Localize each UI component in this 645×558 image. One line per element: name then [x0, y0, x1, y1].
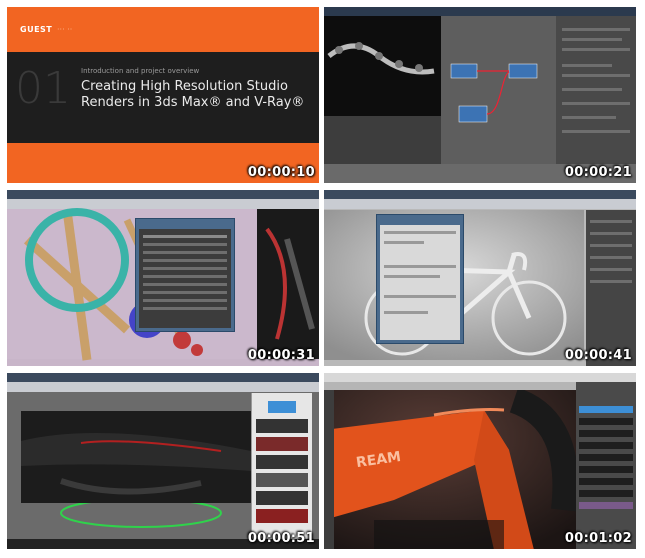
chapter-label: Introduction and project overview — [81, 67, 200, 75]
thumbnail-render-setup[interactable]: 00:00:41 — [324, 190, 636, 366]
timestamp: 00:00:31 — [247, 348, 315, 363]
brand-label: GUEST — [20, 25, 53, 34]
saddle-viewport[interactable] — [21, 411, 251, 503]
thumbnail-saddle-material[interactable]: 00:00:51 — [7, 373, 319, 549]
timestamp: 00:00:51 — [247, 531, 315, 546]
chapter-number: 01 — [15, 63, 71, 114]
slate-material-editor[interactable] — [441, 16, 556, 164]
toolbar[interactable] — [324, 199, 636, 209]
timestamp: 00:00:10 — [247, 165, 315, 180]
render-preview — [257, 209, 319, 359]
toolbar[interactable] — [7, 382, 319, 392]
course-title: Creating High Resolution Studio Renders … — [81, 79, 305, 110]
menu-bar[interactable] — [324, 190, 636, 199]
render-settings-dialog[interactable] — [376, 214, 464, 344]
canvas[interactable]: REAM — [334, 390, 576, 549]
command-panel[interactable] — [586, 210, 636, 366]
scene-explorer-dialog[interactable] — [135, 218, 235, 332]
menu-bar[interactable] — [7, 373, 319, 382]
thumbnail-intro[interactable]: GUEST ··· ·· 01 Introduction and project… — [7, 7, 319, 183]
timestamp: 00:01:02 — [564, 531, 632, 546]
menu-bar[interactable] — [324, 373, 636, 382]
thumbnail-node-editor[interactable]: 00:00:21 — [324, 7, 636, 183]
timestamp: 00:00:41 — [564, 348, 632, 363]
thumbnail-layer-explorer[interactable]: 00:00:31 — [7, 190, 319, 366]
viewport[interactable] — [324, 16, 441, 116]
layers-panel[interactable] — [576, 382, 636, 549]
orange-header-band — [7, 7, 319, 52]
options-bar[interactable] — [324, 382, 576, 390]
brand-sub-label: ··· ·· — [57, 25, 73, 34]
chain-render — [327, 42, 435, 75]
properties-panel[interactable] — [556, 16, 636, 164]
tools-panel[interactable] — [324, 390, 334, 549]
material-browser[interactable] — [251, 393, 312, 543]
timestamp: 00:00:21 — [564, 165, 632, 180]
title-bar — [324, 7, 636, 16]
thumbnail-photoshop-composite[interactable]: REAM 00:01:02 — [324, 373, 636, 549]
